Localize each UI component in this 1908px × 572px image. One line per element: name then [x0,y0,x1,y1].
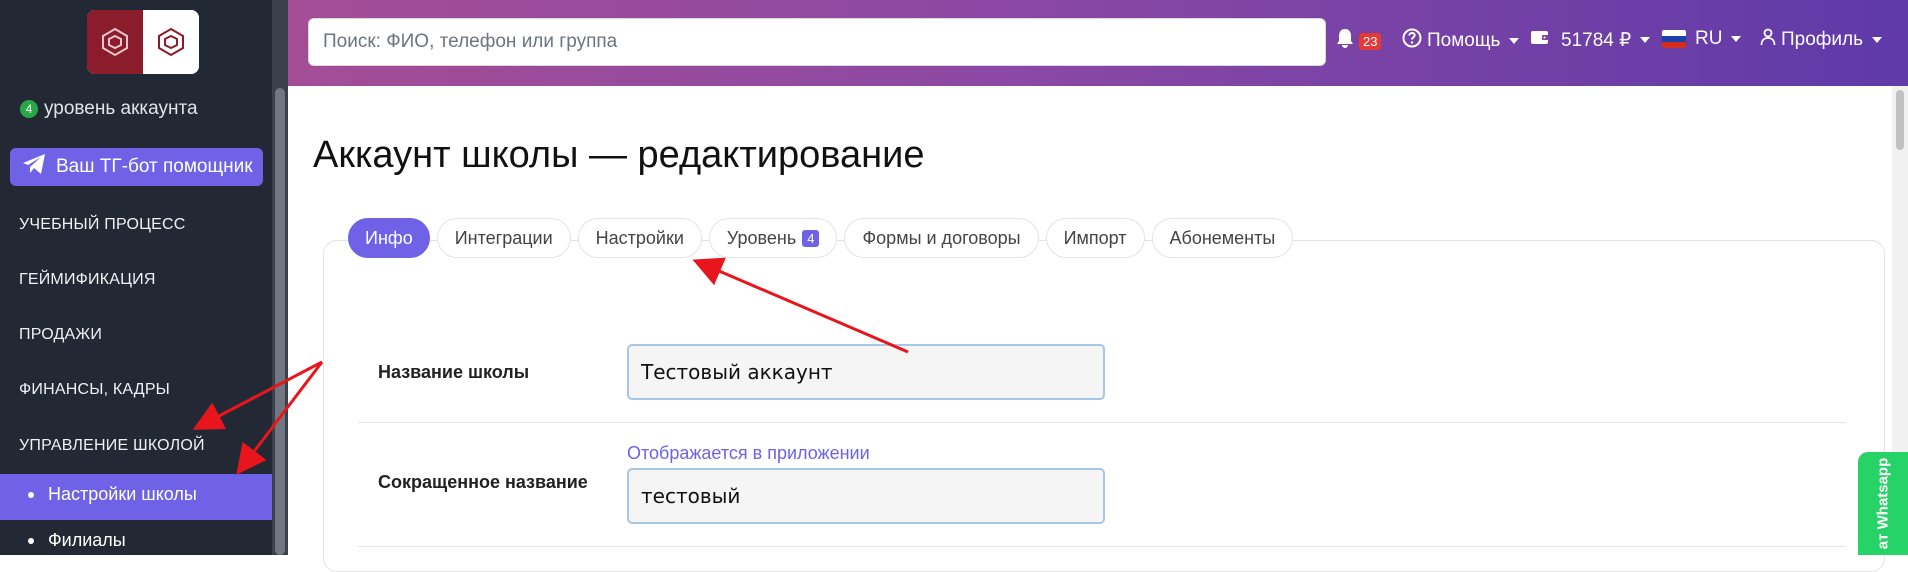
nav-section-gamification[interactable]: ГЕЙМИФИКАЦИЯ [19,271,156,289]
telegram-icon [22,153,46,181]
form-divider [358,546,1846,547]
short-name-input[interactable] [627,468,1105,524]
short-name-label: Сокращенное название [378,472,588,492]
form-divider [358,422,1846,423]
chevron-down-icon [1509,38,1520,44]
tab-import[interactable]: Импорт [1045,218,1145,258]
account-level-badge: 4 [20,100,38,118]
nav-section-learning[interactable]: УЧЕБНЫЙ ПРОЦЕСС [19,216,186,234]
main-scrollbar-thumb[interactable] [1896,90,1904,150]
account-level-text: уровень аккаунта [44,98,198,119]
nav-item-label: Филиалы [48,530,126,550]
tab-level-label: Уровень [726,227,797,248]
tab-level-badge: 4 [802,229,820,247]
tab-subscriptions[interactable]: Абонементы [1151,218,1294,258]
page-title: Аккаунт школы — редактирование [313,134,925,176]
bullet-icon [28,537,34,544]
nav-section-school-management[interactable]: УПРАВЛЕНИЕ ШКОЛОЙ [19,437,205,455]
logo-emblem-dark [87,10,143,74]
tab-info[interactable]: Инфо [348,218,430,258]
language-menu[interactable]: RU [1662,28,1742,50]
user-icon [1760,28,1776,52]
balance-menu[interactable]: 51784 ₽ [1530,28,1651,52]
whatsapp-chat-button[interactable]: ат Whatsapp [1858,452,1908,555]
help-label: Помощь [1427,30,1501,51]
short-name-hint: Отображается в приложении [627,443,870,463]
tg-bot-button[interactable]: Ваш ТГ-бот помощник [10,148,263,186]
top-header: 23 Помощь 51784 ₽ RU Профиль [288,0,1908,86]
chevron-down-icon [1640,37,1651,43]
account-level[interactable]: 4 уровень аккаунта [20,98,198,120]
nav-item-label: Настройки школы [48,484,197,504]
profile-label: Профиль [1781,29,1864,50]
sidebar: 4 уровень аккаунта Ваш ТГ-бот помощник У… [0,0,272,555]
logo-emblem-light [143,10,199,74]
bell-icon [1336,28,1354,54]
notifications-button[interactable]: 23 [1336,28,1382,54]
whatsapp-label: ат Whatsapp [1874,457,1892,550]
nav-item-school-settings[interactable]: Настройки школы [28,484,197,505]
nav-item-branches[interactable]: Филиалы [28,530,126,551]
help-menu[interactable]: Помощь [1402,28,1520,54]
notifications-count: 23 [1359,32,1382,50]
school-name-input[interactable] [627,344,1105,400]
tab-settings[interactable]: Настройки [577,218,702,258]
tab-bar: Инфо Интеграции Настройки Уровень 4 Форм… [348,218,1294,258]
search-input[interactable] [308,18,1326,66]
school-name-label: Название школы [378,362,530,382]
wallet-icon [1530,28,1550,52]
sidebar-scrollbar-thumb[interactable] [275,88,285,555]
sidebar-scrollbar[interactable] [272,0,288,555]
bullet-icon [28,491,34,498]
russia-flag-icon [1662,30,1686,48]
language-label: RU [1695,28,1723,49]
balance-label: 51784 ₽ [1561,29,1632,51]
chevron-down-icon [1731,36,1742,42]
school-logo[interactable] [87,10,199,74]
nav-section-sales[interactable]: ПРОДАЖИ [19,326,102,344]
tab-forms[interactable]: Формы и договоры [844,218,1039,258]
profile-menu[interactable]: Профиль [1760,28,1883,52]
question-icon [1402,28,1422,54]
tab-level[interactable]: Уровень 4 [708,218,838,258]
tab-integrations[interactable]: Интеграции [436,218,571,258]
settings-card [323,240,1885,572]
chevron-down-icon [1872,37,1883,43]
tg-bot-label: Ваш ТГ-бот помощник [56,156,253,177]
nav-section-finance[interactable]: ФИНАНСЫ, КАДРЫ [19,381,170,399]
